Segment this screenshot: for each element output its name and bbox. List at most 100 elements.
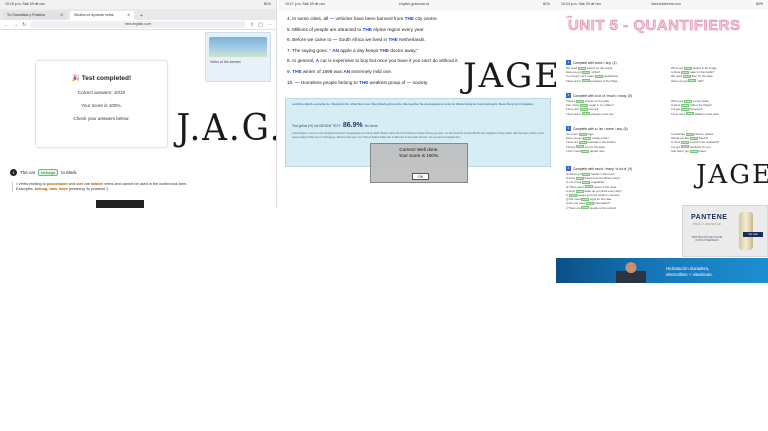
sentence-number: 6. — [287, 37, 291, 43]
back-icon[interactable]: ← — [4, 22, 9, 28]
status-time: 10:16 p.m. Sáb 29 de nov — [5, 2, 46, 6]
status-time: 10:24 p.m. Sáb 29 de nov — [561, 2, 602, 6]
exercise-column: We've got money today. Is there milk in t… — [671, 99, 761, 116]
test-result-card: 🎉 Test completed! Correct answers: 10/10… — [35, 60, 168, 148]
forward-icon[interactable]: → — [13, 22, 18, 28]
article-answer[interactable]: AN — [332, 48, 339, 53]
percent-row: Test gelöst (%) bei DIESEM TEST: 86.9% b… — [292, 122, 378, 129]
more-icon[interactable]: ⋯ — [267, 22, 272, 28]
article-answer[interactable]: THE — [405, 16, 414, 21]
exercise-line: There aren't tomatoes in the fridge. — [566, 78, 619, 83]
sentence-number: 5. — [287, 26, 291, 32]
related-lesson-card[interactable]: Verbs of the senses — [205, 32, 271, 82]
article-answer[interactable]: THE — [363, 27, 372, 32]
exercise-line: There aren't oranges in the box. — [566, 111, 615, 116]
exercise-line: Have you got milk? — [671, 78, 704, 83]
answer-blank[interactable] — [689, 149, 698, 153]
tab-stative-verbs[interactable]: Studies vs dynamic verbs ✕ — [70, 11, 134, 20]
info-body: Lehrerfragen im Forum zum Englischunterr… — [292, 132, 544, 139]
worksheet-title: UNIT 5 - QUANTIFIERS — [568, 17, 741, 35]
pantene-ad[interactable]: PANTENE PRO-V MIRACLE PROTECCIÓN DE COLO… — [682, 205, 768, 257]
url-field[interactable]: test-english.com — [30, 21, 247, 28]
share-icon[interactable]: ⇪ — [250, 22, 254, 28]
exercise-column: You need eggs. Have you got orange juice?… — [566, 132, 656, 153]
screenshot-quantifiers-worksheet: 10:24 p.m. Sáb 29 de nov 80% liveworkshe… — [556, 0, 768, 283]
answer-blank[interactable] — [594, 75, 603, 79]
answer-field[interactable]: belongs — [38, 169, 59, 176]
sentence-number: 10. — [287, 79, 294, 85]
exercise-line: There were children in the park. — [671, 111, 720, 116]
tab-grammar[interactable]: Tu·Gramática y·Práctica ✕ — [3, 11, 67, 20]
sentence-text: Before we came to — [292, 37, 332, 43]
sentence-number: 9. — [287, 68, 291, 74]
sentence-number: 4. — [287, 16, 291, 21]
handwritten-signature: JAGE — [463, 56, 556, 96]
answer-blank[interactable] — [688, 79, 697, 83]
battery-level: 81% — [263, 2, 271, 6]
exercise-line: She hasn't got bread. — [671, 148, 707, 153]
answer-blank[interactable] — [578, 141, 587, 145]
result-heading: 🎉 Test completed! — [71, 75, 132, 82]
tab-label: Studies vs dynamic verbs — [74, 13, 114, 17]
status-bar: 10:16 p.m. Sáb 29 de nov 81% — [0, 0, 276, 9]
exercise-number: 1 — [566, 60, 571, 65]
answer-blank[interactable] — [582, 181, 591, 185]
exercise-block: 3 Complete with a / an / some / any. (8) Y… — [566, 126, 761, 153]
url-label[interactable]: liveworksheets.com — [636, 2, 696, 6]
score-dialog: Correct! Well done. Your score is 100%. … — [370, 143, 468, 183]
article-answer[interactable]: THE — [359, 80, 368, 85]
answer-blank[interactable] — [581, 79, 590, 83]
lesson-thumbnail — [209, 37, 267, 57]
answer-blank[interactable] — [581, 112, 590, 116]
article-answer[interactable]: THE — [292, 69, 301, 74]
answer-blank[interactable] — [680, 145, 689, 149]
article-answer[interactable]: THE — [388, 37, 397, 42]
tip-text: are — [84, 182, 91, 186]
sentence-text: winter of 1998 was — [302, 68, 343, 74]
tip-keyword: size — [76, 182, 84, 186]
tabs-icon[interactable]: ▢ — [258, 22, 263, 28]
article-answer[interactable]: — — [295, 80, 300, 85]
exercise-heading: 3 Complete with a / an / some / any. (8) — [566, 126, 761, 131]
answer-blank[interactable] — [581, 206, 590, 210]
answer-blank[interactable] — [576, 145, 585, 149]
ad-cta-button[interactable]: Ver más — [743, 232, 763, 237]
sentence-number: 8. — [287, 58, 291, 64]
answer-blank[interactable] — [579, 108, 588, 112]
article-answer[interactable]: AN — [343, 69, 350, 74]
reload-icon[interactable]: ↻ — [22, 22, 26, 28]
hydration-ad-banner[interactable]: Hidratación duradera, electrolitos + vit… — [556, 258, 768, 283]
answer-blank[interactable] — [682, 75, 691, 79]
tip-text: and — [68, 182, 76, 186]
answer-blank[interactable] — [681, 141, 690, 145]
exercise-number: 2 — [566, 93, 571, 98]
article-answer[interactable]: THE — [380, 48, 389, 53]
article-answer[interactable]: A — [316, 58, 319, 63]
article-answer[interactable]: — — [333, 37, 338, 42]
ad-text: Hidratación duradera, electrolitos + vit… — [666, 266, 713, 277]
ad-brand: PANTENE — [691, 214, 728, 221]
tip-keyword: possession — [46, 182, 68, 186]
exercise-block: 2 Complete with a lot of / much / many. (… — [566, 93, 761, 116]
article-answer[interactable]: — — [330, 16, 335, 21]
sentence-text: In general, — [292, 58, 315, 64]
answer-blank[interactable] — [584, 185, 593, 189]
url-label[interactable]: english-grammar.at — [379, 2, 449, 6]
sentence-item: 4. In some cities, all — vehicles have b… — [287, 16, 497, 27]
answer-blank[interactable] — [581, 149, 590, 153]
sentence-text: South Africa we lived in — [338, 37, 388, 43]
exercise-column: There's cheese on the plate. Can I have s… — [566, 99, 656, 116]
battery-level: 80% — [755, 2, 763, 6]
ok-button[interactable]: OK — [412, 173, 429, 180]
answer-blank[interactable] — [685, 112, 694, 116]
exercise-number: 3 — [566, 126, 571, 131]
exercise-instruction: Complete with some / any. (4) — [573, 60, 617, 65]
lesson-caption: Verbs of the senses — [210, 60, 241, 64]
answer-blank[interactable] — [585, 202, 594, 206]
close-icon[interactable]: ✕ — [60, 13, 63, 18]
answer-blank[interactable] — [680, 108, 689, 112]
close-icon[interactable]: ✕ — [127, 13, 130, 18]
new-tab-button[interactable]: + — [137, 13, 146, 20]
exercise-line: i) There are people at the concert. — [566, 205, 617, 210]
check-answers-text: Check your answers below: — [73, 116, 130, 121]
